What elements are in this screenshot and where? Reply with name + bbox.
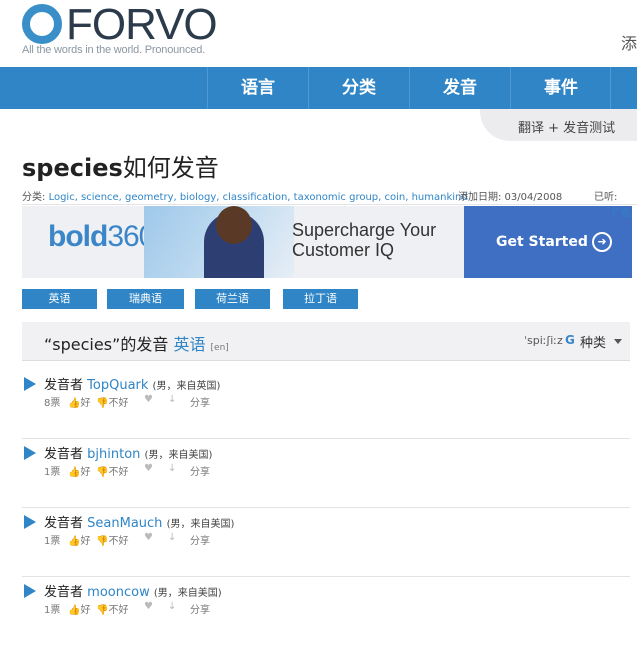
- vote-count: 1票: [44, 467, 61, 478]
- ad-get-started-button[interactable]: Get Started ➜: [464, 206, 632, 278]
- speaker-link[interactable]: bjhinton: [87, 447, 140, 462]
- thumbs-down-button[interactable]: 👎不好: [96, 394, 128, 409]
- lang-button-english[interactable]: 英语: [22, 289, 97, 309]
- lang-button-latin[interactable]: 拉丁语: [283, 289, 358, 309]
- heart-icon[interactable]: ♥: [144, 463, 153, 474]
- ad-photo: [144, 206, 294, 278]
- pronunciation-item: 发音者 TopQuark (男，来自英国) 8票 👍好 👎不好 ♥ ↓ 分享: [22, 370, 630, 439]
- ad-badge: 广告: [611, 209, 630, 219]
- nav-item-categories[interactable]: 分类: [308, 67, 409, 109]
- heart-icon[interactable]: ♥: [144, 532, 153, 543]
- vote-count: 1票: [44, 536, 61, 547]
- nav-divider: [610, 67, 611, 109]
- speaker-link[interactable]: TopQuark: [87, 378, 148, 393]
- add-word-link[interactable]: 添: [621, 30, 637, 54]
- main-nav: 语言 分类 发音 事件: [0, 67, 637, 109]
- speaker-line: 发音者 bjhinton (男，来自美国): [44, 447, 213, 462]
- speaker-line: 发音者 TopQuark (男，来自英国): [44, 378, 221, 393]
- speaker-line: 发音者 SeanMauch (男，来自美国): [44, 516, 235, 531]
- vote-count: 1票: [44, 605, 61, 616]
- thumbs-down-button[interactable]: 👎不好: [96, 463, 128, 478]
- google-icon: G: [565, 333, 575, 347]
- logo-wordmark: FORVO: [66, 0, 218, 49]
- title-suffix: 如何发音: [122, 154, 219, 182]
- categories-label: 分类:: [22, 192, 46, 203]
- download-icon[interactable]: ↓: [168, 532, 176, 543]
- nav-item-pronounce[interactable]: 发音: [409, 67, 510, 109]
- play-icon[interactable]: [24, 584, 36, 598]
- ad-headline: Supercharge Your Customer IQ: [292, 220, 437, 260]
- lang-button-dutch[interactable]: 荷兰语: [195, 289, 270, 309]
- lang-button-swedish[interactable]: 瑞典语: [107, 289, 184, 309]
- section-title: “species”的发音 英语 [en]: [44, 335, 229, 354]
- ipa-transcription: ˈspiːʃiːz: [524, 334, 563, 347]
- play-icon[interactable]: [24, 515, 36, 529]
- title-word: species: [22, 154, 123, 182]
- ad-logo: bold360: [48, 220, 155, 253]
- arrow-right-icon: ➜: [592, 232, 612, 252]
- subnav-label: 翻译 + 发音测试: [518, 121, 616, 136]
- ad-person-head: [216, 206, 252, 244]
- share-button[interactable]: 分享: [190, 463, 210, 478]
- heart-icon[interactable]: ♥: [144, 601, 153, 612]
- thumbs-up-button[interactable]: 👍好: [68, 601, 90, 616]
- pronunciation-item: 发音者 SeanMauch (男，来自美国) 1票 👍好 👎不好 ♥ ↓ 分享: [22, 508, 630, 577]
- chevron-down-icon[interactable]: [614, 339, 622, 344]
- sort-dropdown[interactable]: 种类: [580, 332, 606, 351]
- speaker-line: 发音者 mooncow (男，来自美国): [44, 585, 222, 600]
- date-added: 添加日期: 03/04/2008: [458, 192, 563, 203]
- speaker-link[interactable]: mooncow: [87, 585, 150, 600]
- play-icon[interactable]: [24, 446, 36, 460]
- download-icon[interactable]: ↓: [168, 394, 176, 405]
- forvo-logo[interactable]: FORVO All the words in the world. Pronou…: [22, 0, 242, 60]
- vote-count: 8票: [44, 398, 61, 409]
- download-icon[interactable]: ↓: [168, 601, 176, 612]
- logo-ring-icon: [22, 4, 62, 44]
- download-icon[interactable]: ↓: [168, 463, 176, 474]
- logo-tagline: All the words in the world. Pronounced.: [22, 44, 205, 56]
- heart-icon[interactable]: ♥: [144, 394, 153, 405]
- thumbs-up-button[interactable]: 👍好: [68, 394, 90, 409]
- categories-links[interactable]: Logic, science, geometry, biology, class…: [49, 192, 468, 203]
- pronunciation-item: 发音者 bjhinton (男，来自美国) 1票 👍好 👎不好 ♥ ↓ 分享: [22, 439, 630, 508]
- ad-banner[interactable]: bold360 Supercharge Your Customer IQ Get…: [22, 206, 632, 278]
- thumbs-down-button[interactable]: 👎不好: [96, 601, 128, 616]
- play-icon[interactable]: [24, 377, 36, 391]
- pronunciation-item: 发音者 mooncow (男，来自美国) 1票 👍好 👎不好 ♥ ↓ 分享: [22, 577, 630, 645]
- thumbs-down-button[interactable]: 👎不好: [96, 532, 128, 547]
- page-title: species如何发音: [22, 148, 219, 183]
- share-button[interactable]: 分享: [190, 601, 210, 616]
- subnav-tab[interactable]: 翻译 + 发音测试: [480, 109, 637, 141]
- speaker-link[interactable]: SeanMauch: [87, 516, 162, 531]
- share-button[interactable]: 分享: [190, 532, 210, 547]
- pronunciation-section-header: “species”的发音 英语 [en] ˈspiːʃiːz G 种类: [22, 322, 630, 361]
- thumbs-up-button[interactable]: 👍好: [68, 532, 90, 547]
- word-info-row: 分类: Logic, science, geometry, biology, c…: [22, 188, 637, 218]
- section-language[interactable]: 英语: [173, 335, 205, 354]
- share-button[interactable]: 分享: [190, 394, 210, 409]
- nav-item-languages[interactable]: 语言: [207, 67, 308, 109]
- thumbs-up-button[interactable]: 👍好: [68, 463, 90, 478]
- nav-item-events[interactable]: 事件: [510, 67, 611, 109]
